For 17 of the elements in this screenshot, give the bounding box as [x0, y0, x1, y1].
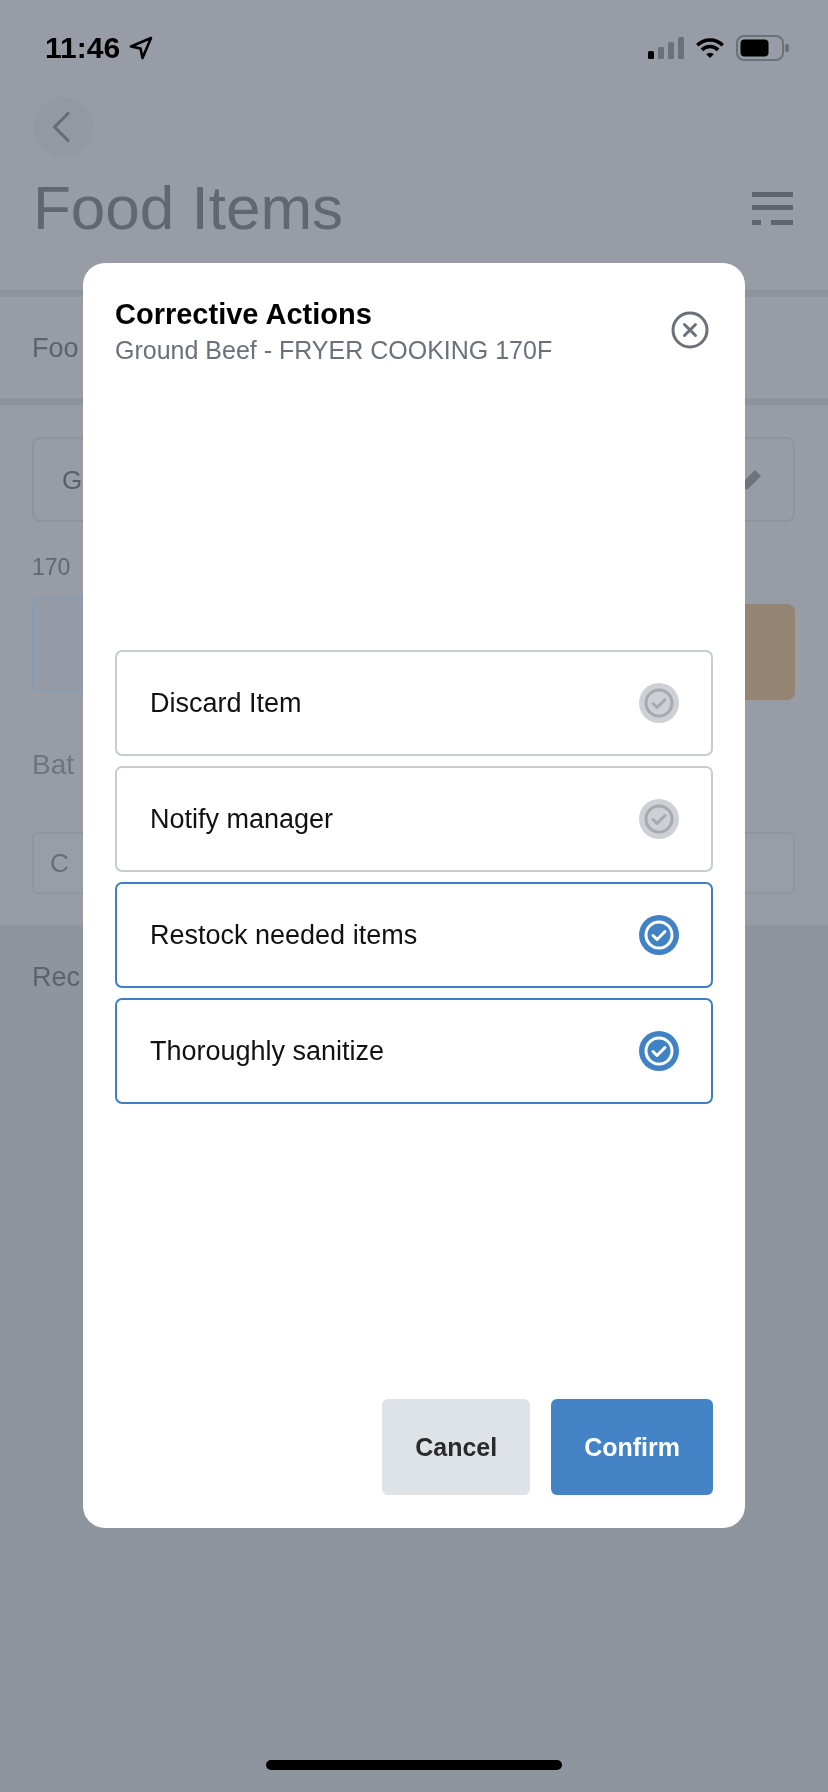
- option-row[interactable]: Restock needed items: [115, 882, 713, 988]
- signal-icon: [648, 37, 684, 59]
- battery-icon: [736, 35, 790, 61]
- status-time: 11:46: [45, 31, 121, 65]
- option-row[interactable]: Discard Item: [115, 650, 713, 756]
- field-value: G: [62, 464, 83, 495]
- option-row[interactable]: Thoroughly sanitize: [115, 998, 713, 1104]
- close-icon[interactable]: [671, 311, 709, 349]
- cancel-button[interactable]: Cancel: [382, 1399, 531, 1495]
- option-row[interactable]: Notify manager: [115, 766, 713, 872]
- chevron-left-icon: [52, 112, 70, 142]
- row-label: Foo: [32, 331, 79, 365]
- location-arrow-icon: [129, 36, 154, 60]
- modal-subtitle: Ground Beef - FRYER COOKING 170F: [115, 335, 553, 365]
- confirm-button[interactable]: Confirm: [551, 1399, 713, 1495]
- wifi-icon: [694, 36, 726, 60]
- modal-title: Corrective Actions: [115, 297, 372, 332]
